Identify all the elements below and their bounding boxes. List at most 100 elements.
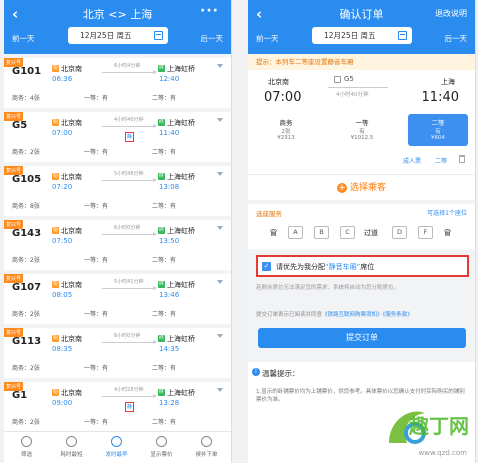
quiet-car-text: 请优先为我分配“静音车厢”席位 [276,262,374,272]
first-class-seats: 一等：有 [84,95,109,102]
earliest-departure-label: 发时最早 [105,452,128,458]
chevron-down-icon[interactable] [217,280,223,284]
seat-option-first[interactable]: 一等 有 ¥1012.5 [332,114,392,146]
arrival-time: 13:08 [159,183,180,191]
tips-panel: i 温馨提示： 1.显示的卧铺票价均为上铺票价，供您参考。具体票价以您确认支付时… [248,362,475,463]
chevron-down-icon[interactable] [217,388,223,392]
duration: 6小时0分钟 [114,333,141,339]
prev-day-button[interactable]: 前一天 [12,33,35,44]
first-class-seats: 一等：有 [84,257,109,264]
waitlist-button[interactable]: 候补下单 [184,434,229,458]
seat-count: 有 [359,129,365,135]
agree-pre: 提交订单表示已阅读并同意 [256,312,323,318]
train-card[interactable]: 复兴号 G5 始北京南 4小时40分钟终上海虹桥 07:00 11:40 静商务：2张 一等：… [4,112,231,162]
next-day-button[interactable]: 后一天 [201,33,224,44]
sort-icon [111,436,122,447]
chevron-down-icon[interactable] [217,118,223,122]
quiet-post: 席位 [360,263,375,271]
earliest-departure-button[interactable]: 发时最早 [94,434,139,458]
second-class-seats: 二等：有 [152,257,177,264]
trash-icon[interactable] [459,155,465,163]
refund-info-link[interactable]: 退改说明 [435,8,467,19]
filter-button[interactable]: 筛选 [4,434,49,458]
seat-option-second[interactable]: 二等 有 ¥604 [408,114,468,146]
seat-price: ¥1012.5 [350,135,374,141]
seat-availability: 商务：2张 一等：有 二等：有 [12,363,224,372]
second-class-seats: 二等：有 [152,311,177,318]
seat-availability: 商务：4张 一等：有 二等：有 [12,93,224,102]
chevron-down-icon[interactable] [217,64,223,68]
arrival-station: 上海虹桥 [167,281,195,289]
quiet-highlight: “静音车厢” [325,263,361,271]
train-number: G107 [12,282,42,293]
duration: 4小时40分钟 [114,117,144,123]
shortest-time-button[interactable]: 耗时最短 [49,434,94,458]
train-card[interactable]: 复兴号 G105 始北京南 5小时48分钟终上海虹桥 07:20 13:08 商务：8张 一等… [4,166,231,216]
route-arrow [102,340,157,344]
arrival-station: 上海虹桥 [167,389,195,397]
watermark-url: www.qzd.com [418,449,468,457]
departure-station: 北京南 [61,335,82,343]
departure-time: 06:36 [52,75,73,83]
arrive-icon: 终 [158,227,165,234]
chevron-down-icon[interactable] [217,226,223,230]
first-class-seats: 一等：有 [84,419,109,426]
depart-icon: 始 [52,65,59,72]
calendar-icon [154,31,163,40]
seat-b[interactable]: B [314,226,329,239]
seat-option-business[interactable]: 商务 2张 ¥2313 [256,114,316,146]
watermark-text: 趣丁网 [409,414,469,438]
seat-availability: 商务：8张 一等：有 二等：有 [12,201,224,210]
train-card[interactable]: 复兴号 G1 始北京南 4小时28分钟终上海虹桥 09:00 13:28 静商务：2张 一等：… [4,382,231,432]
chevron-down-icon[interactable] [217,172,223,176]
from-station: 北京南 [268,78,289,86]
tips-title: 温馨提示： [262,369,300,378]
date-selector[interactable]: 12月25日 周五 [312,27,412,44]
arrive-icon: 终 [158,389,165,396]
prev-day-button[interactable]: 前一天 [256,33,279,44]
train-card[interactable]: 复兴号 G113 始北京南 6小时0分钟终上海虹桥 08:35 14:35 商务：2张 一等：… [4,328,231,378]
arrive-icon: 终 [158,173,165,180]
quiet-car-option[interactable]: ✓ 请优先为我分配“静音车厢”席位 [256,255,469,277]
departure-station: 北京南 [61,119,82,127]
train-card[interactable]: 复兴号 G107 始北京南 5小时41分钟终上海虹桥 08:05 13:46 商务：2张 一等… [4,274,231,324]
train-number: G101 [12,66,42,77]
more-icon[interactable]: ··· [200,3,219,19]
route-arrow [102,124,157,128]
depart-icon: 始 [52,335,59,342]
seat-selection-panel: 选座服务 可选择1个座位 窗 A B C 过道 D F 窗 [248,204,475,249]
train-card[interactable]: 复兴号 G143 始北京南 6小时0分钟终上海虹桥 07:50 13:50 商务：2张 一等：… [4,220,231,270]
seat-c[interactable]: C [340,226,355,239]
arrival-station: 上海虹桥 [167,119,195,127]
service-terms-link[interactable]: 《服务条款》 [383,312,413,318]
seat-count-hint: 可选择1个座位 [427,210,467,217]
allocation-hint: 若剩余席位无法满足您的需求，系统将自动为您分配席位。 [256,285,400,291]
train-number: G105 [12,174,42,185]
seat-d[interactable]: D [392,226,407,239]
add-passenger-button[interactable]: + 选择乘客 [248,174,475,200]
show-price-button[interactable]: 显示票价 [139,434,184,458]
next-day-button[interactable]: 后一天 [445,33,468,44]
train-card[interactable]: 复兴号 G101 始北京南 6小时4分钟终上海虹桥 06:36 12:40 商务：4张 一等：… [4,58,231,108]
trip-duration: 4小时40分钟 [336,92,369,98]
departure-time: 08:05 [52,291,73,299]
seat-a[interactable]: A [288,226,303,239]
second-class-seats: 二等：有 [152,203,177,210]
arrival-time: 11:40 [159,129,180,137]
checkbox-checked-icon[interactable]: ✓ [262,262,271,271]
seat-service-label: 选座服务 [256,210,282,218]
passenger-class: 二等 [434,158,447,165]
arrival-time: 11:40 [421,90,459,105]
tag-icon [156,436,167,447]
chevron-down-icon[interactable] [217,334,223,338]
submit-order-button[interactable]: 提交订单 [258,328,466,348]
depart-icon: 始 [52,227,59,234]
seat-f[interactable]: F [418,226,433,239]
date-selector[interactable]: 12月25日 周五 [68,27,168,44]
plus-icon: + [336,183,347,193]
second-class-seats: 二等：有 [152,419,177,426]
departure-time: 07:50 [52,237,73,245]
nav-bar: ‹ 确认订单 退改说明 前一天 12月25日 周五 后一天 [248,0,475,54]
arrival-station: 上海虹桥 [167,227,195,235]
purchase-notice-link[interactable]: 《铁路互联网购票须知》 [322,312,383,318]
